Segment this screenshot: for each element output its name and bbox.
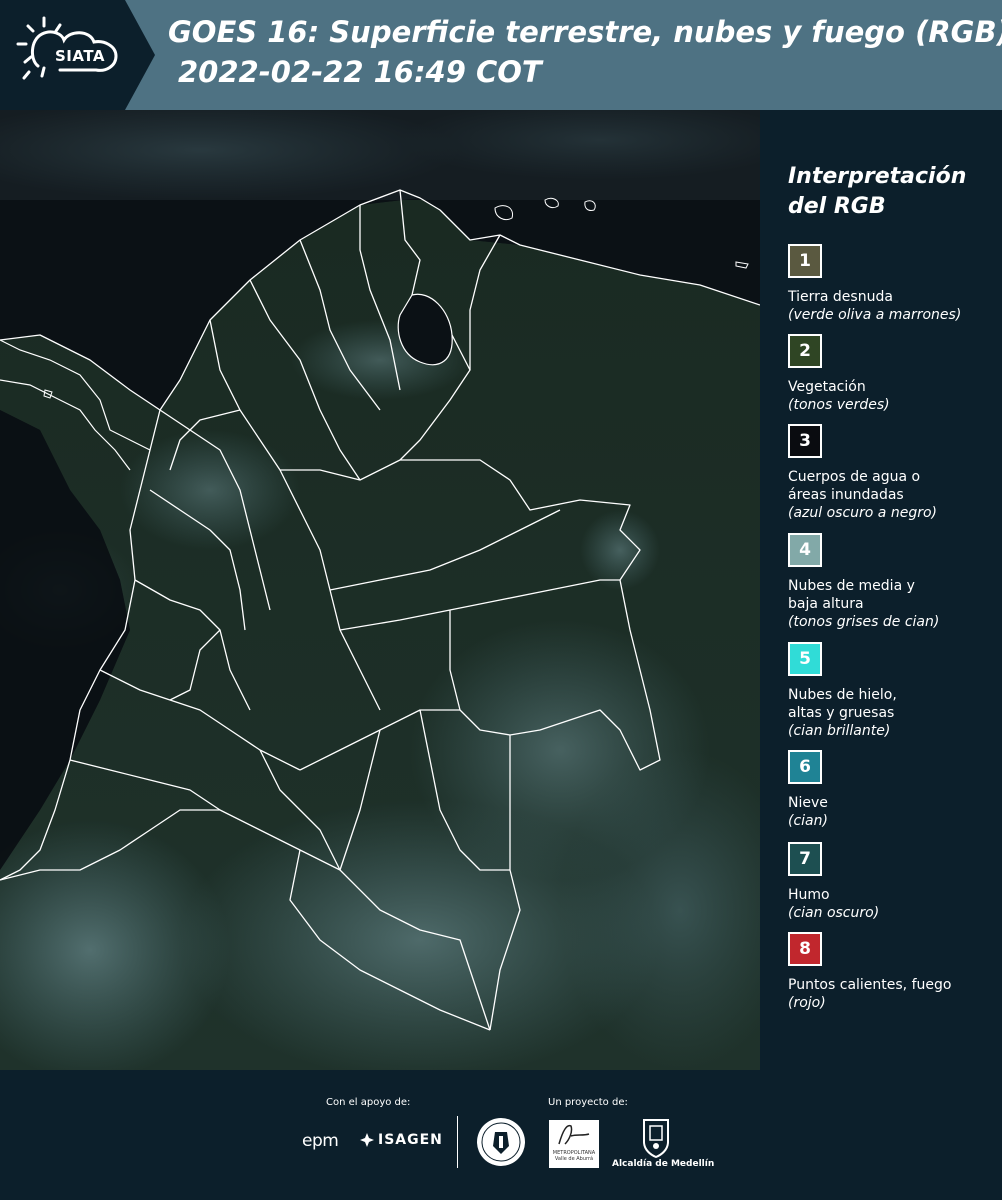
legend-panel: Interpretación del RGB 1 Tierra desnuda … (760, 110, 1002, 1070)
legend-item-fire: 8 Puntos calientes, fuego (rojo) (788, 932, 998, 1013)
legend-title: Interpretación del RGB (788, 164, 967, 219)
legend-item-snow: 6 Nieve (cian) (788, 750, 998, 831)
legend-swatch: 4 (788, 533, 822, 567)
legend-description: (rojo) (788, 995, 826, 1011)
legend-label: Puntos calientes, fuego (788, 977, 952, 993)
support-label: Con el apoyo de: (326, 1097, 411, 1108)
legend-description: (tonos verdes) (788, 397, 890, 413)
area-metropolitana-logo: METROPOLITANA Valle de Aburrá (549, 1120, 599, 1168)
legend-label: Tierra desnuda (788, 289, 893, 305)
legend-swatch: 3 (788, 424, 822, 458)
legend-swatch: 6 (788, 750, 822, 784)
epm-logo: epm (302, 1131, 339, 1151)
legend-item-water: 3 Cuerpos de agua o áreas inundadas (azu… (788, 424, 998, 523)
page-title: GOES 16: Superficie terrestre, nubes y f… (168, 15, 1002, 49)
legend-description: (cian brillante) (788, 723, 891, 739)
timestamp: 2022-02-22 16:49 COT (178, 55, 542, 89)
medellin-shield-icon (643, 1119, 669, 1158)
isagen-logo: ISAGEN (378, 1132, 443, 1148)
legend-description: (cian oscuro) (788, 905, 880, 921)
satellite-map (0, 110, 760, 1070)
area-text: METROPOLITANA Valle de Aburrá (552, 1150, 596, 1162)
legend-item-low-clouds: 4 Nubes de media y baja altura (tonos gr… (788, 533, 998, 632)
legend-description: (tonos grises de cian) (788, 614, 940, 630)
legend-description: (cian) (788, 813, 828, 829)
logo-panel: SIATA (0, 0, 155, 110)
legend-swatch: 2 (788, 334, 822, 368)
legend-label: Nubes de media y baja altura (788, 578, 915, 612)
header-bar: SIATA GOES 16: Superficie terrestre, nub… (0, 0, 1002, 110)
legend-item-bare-soil: 1 Tierra desnuda (verde oliva a marrones… (788, 244, 998, 325)
legend-swatch: 5 (788, 642, 822, 676)
isagen-icon (360, 1133, 374, 1147)
legend-label: Nieve (788, 795, 828, 811)
footer-divider (457, 1116, 458, 1168)
legend-label: Humo (788, 887, 830, 903)
legend-swatch: 7 (788, 842, 822, 876)
legend-item-vegetation: 2 Vegetación (tonos verdes) (788, 334, 998, 415)
legend-label: Vegetación (788, 379, 866, 395)
legend-description: (verde oliva a marrones) (788, 307, 962, 323)
legend-item-ice-clouds: 5 Nubes de hielo, altas y gruesas (cian … (788, 642, 998, 741)
legend-label: Cuerpos de agua o áreas inundadas (788, 469, 921, 503)
legend-label: Nubes de hielo, altas y gruesas (788, 687, 897, 721)
legend-swatch: 1 (788, 244, 822, 278)
legend-description: (azul oscuro a negro) (788, 505, 937, 521)
alcaldia-logo-text: Alcaldía de Medellín (612, 1159, 715, 1169)
rgb-satellite-image (0, 110, 760, 1070)
siata-logo: SIATA (54, 47, 105, 65)
footer: Con el apoyo de: Un proyecto de: epm ISA… (0, 1070, 1002, 1200)
university-seal-icon (477, 1118, 525, 1166)
legend-swatch: 8 (788, 932, 822, 966)
area-signature-icon (558, 1124, 590, 1145)
project-label: Un proyecto de: (548, 1097, 628, 1108)
legend-item-smoke: 7 Humo (cian oscuro) (788, 842, 998, 923)
